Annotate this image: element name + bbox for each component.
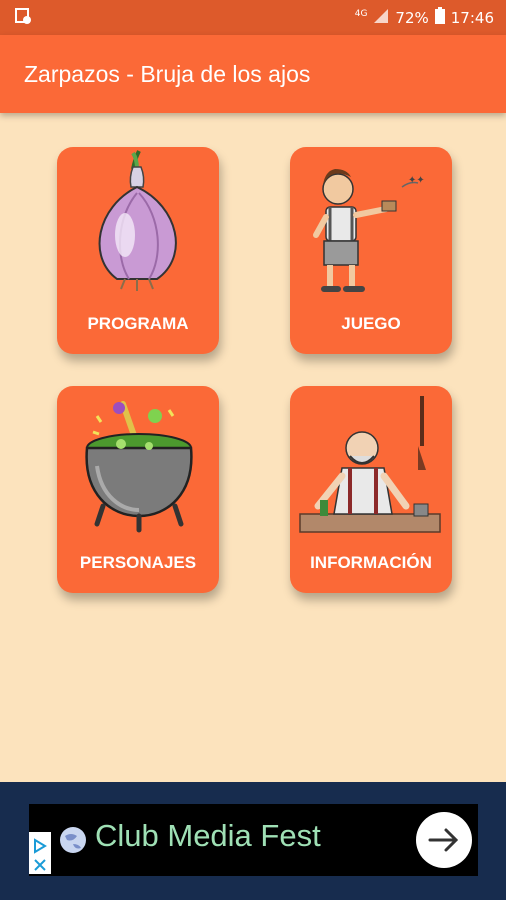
ad-text: Club Media Fest [95,818,321,853]
man-at-table-icon [299,396,441,533]
battery-icon [434,7,445,28]
juego-button[interactable]: ✦✦ JUEGO [290,147,452,354]
ad-area: Club Media Fest [0,782,506,900]
personajes-button[interactable]: PERSONAJES [57,386,219,593]
garlic-icon [98,150,177,291]
notification-icon [14,7,32,29]
ad-banner[interactable]: Club Media Fest [29,804,478,876]
battery-percent: 72% [395,8,429,27]
juego-label: JUEGO [341,314,401,333]
personajes-label: PERSONAJES [79,553,197,572]
programa-label: PROGRAMA [87,314,189,333]
svg-text:✦✦: ✦✦ [408,175,425,186]
signal-icon [373,8,389,28]
programa-button[interactable]: PROGRAMA [57,147,219,354]
informacion-button[interactable]: INFORMACIÓN [290,386,452,593]
cauldron-icon [85,401,193,533]
clock: 17:46 [450,8,494,27]
informacion-label: INFORMACIÓN [310,553,432,572]
boy-character-icon: ✦✦ [313,169,425,292]
globe-icon [60,827,86,853]
app-title: Zarpazos - Bruja de los ajos [24,60,311,87]
network-type: 4G [354,9,368,19]
ad-choices-icon[interactable] [29,832,51,874]
arrow-right-icon[interactable] [416,812,472,868]
app-bar: Zarpazos - Bruja de los ajos [0,35,506,113]
status-bar: 4G 72% 17:46 [0,0,506,35]
